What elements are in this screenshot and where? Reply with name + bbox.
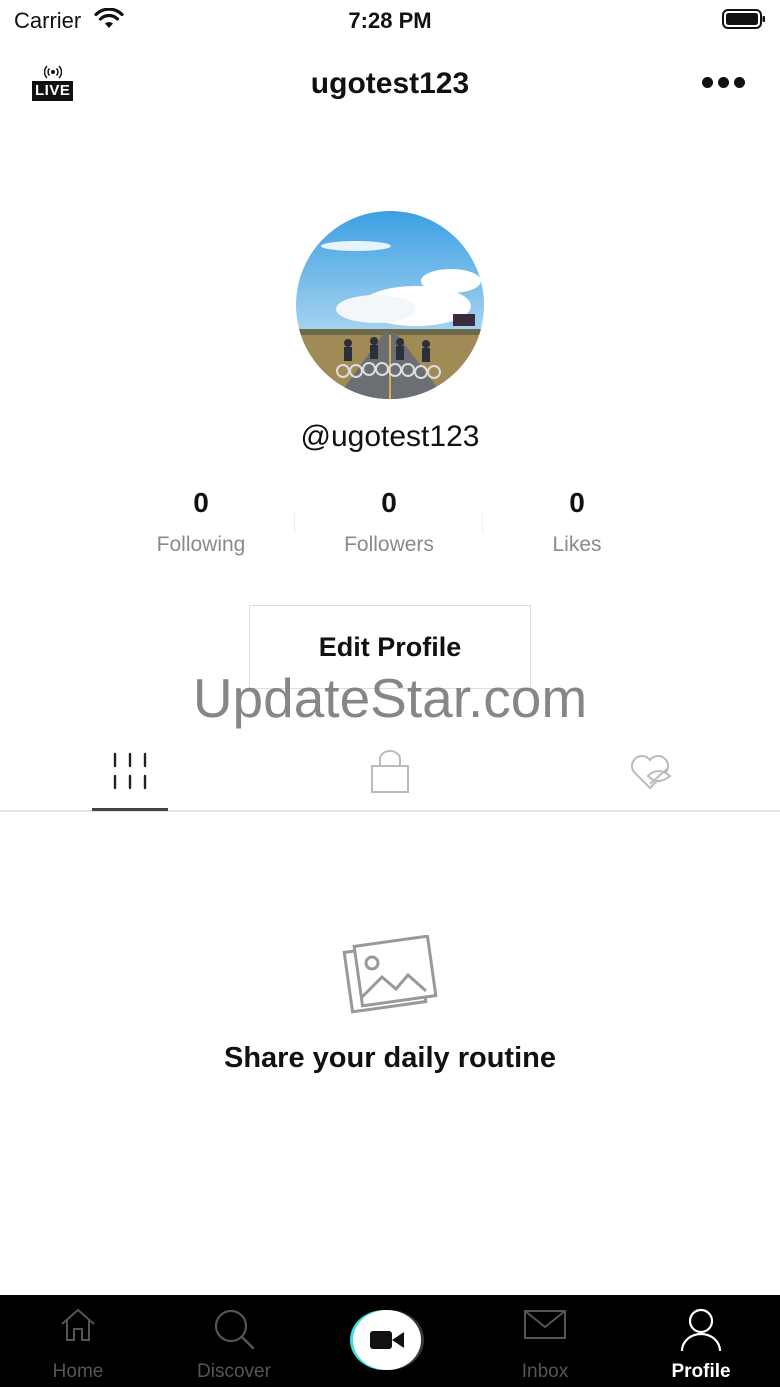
- tabbar-label: Discover: [197, 1361, 271, 1382]
- tabbar-inbox[interactable]: Inbox: [467, 1295, 623, 1387]
- hidden-heart-icon: [631, 755, 672, 790]
- tabbar-label: Inbox: [521, 1361, 569, 1382]
- tab-liked[interactable]: [520, 740, 780, 812]
- video-camera-icon: [370, 1331, 404, 1349]
- empty-state-text: Share your daily routine: [224, 1042, 556, 1074]
- more-dot-icon: [718, 77, 729, 88]
- tabbar-home[interactable]: Home: [0, 1295, 156, 1387]
- grid-icon: [113, 752, 147, 790]
- image-icon: [342, 935, 438, 1014]
- stat-likes[interactable]: 0 Likes: [483, 485, 671, 565]
- home-icon: [61, 1308, 95, 1341]
- clock: 7:28 PM: [348, 8, 432, 33]
- tabbar-discover[interactable]: Discover: [156, 1295, 312, 1387]
- profile-header: LIVE ugotest123: [0, 55, 780, 115]
- avatar-image: [296, 211, 484, 399]
- status-bar: Carrier 7:28 PM: [0, 0, 780, 40]
- mail-icon: [524, 1310, 566, 1339]
- record-video-button[interactable]: [353, 1310, 421, 1370]
- stat-label: Followers: [344, 533, 434, 556]
- tab-videos[interactable]: [0, 740, 260, 812]
- stat-followers[interactable]: 0 Followers: [295, 485, 483, 565]
- battery-icon: [722, 9, 765, 29]
- lock-icon: [371, 750, 409, 793]
- more-dot-icon: [734, 77, 745, 88]
- person-icon: [680, 1308, 722, 1352]
- stat-following[interactable]: 0 Following: [107, 485, 295, 565]
- edit-profile-button[interactable]: Edit Profile: [249, 605, 531, 689]
- profile-handle: @ugotest123: [300, 420, 480, 453]
- stat-value: 0: [569, 487, 585, 518]
- bottom-tab-bar: Home Discover Inbox Profile: [0, 1295, 780, 1387]
- page-title: ugotest123: [310, 67, 470, 100]
- stat-value: 0: [193, 487, 209, 518]
- stat-value: 0: [381, 487, 397, 518]
- content-tabs: [0, 740, 780, 812]
- avatar[interactable]: [296, 211, 484, 399]
- tabbar-label: Home: [52, 1361, 104, 1382]
- tab-private[interactable]: [260, 740, 520, 812]
- stat-label: Following: [156, 533, 246, 556]
- tabbar-profile[interactable]: Profile: [623, 1295, 779, 1387]
- search-icon: [214, 1309, 255, 1350]
- active-tab-indicator: [92, 808, 168, 811]
- stat-label: Likes: [552, 533, 602, 556]
- more-options-button[interactable]: [702, 75, 752, 93]
- more-dot-icon: [702, 77, 713, 88]
- profile-stats: 0 Following 0 Followers 0 Likes: [107, 485, 673, 565]
- tabbar-label: Profile: [671, 1361, 731, 1382]
